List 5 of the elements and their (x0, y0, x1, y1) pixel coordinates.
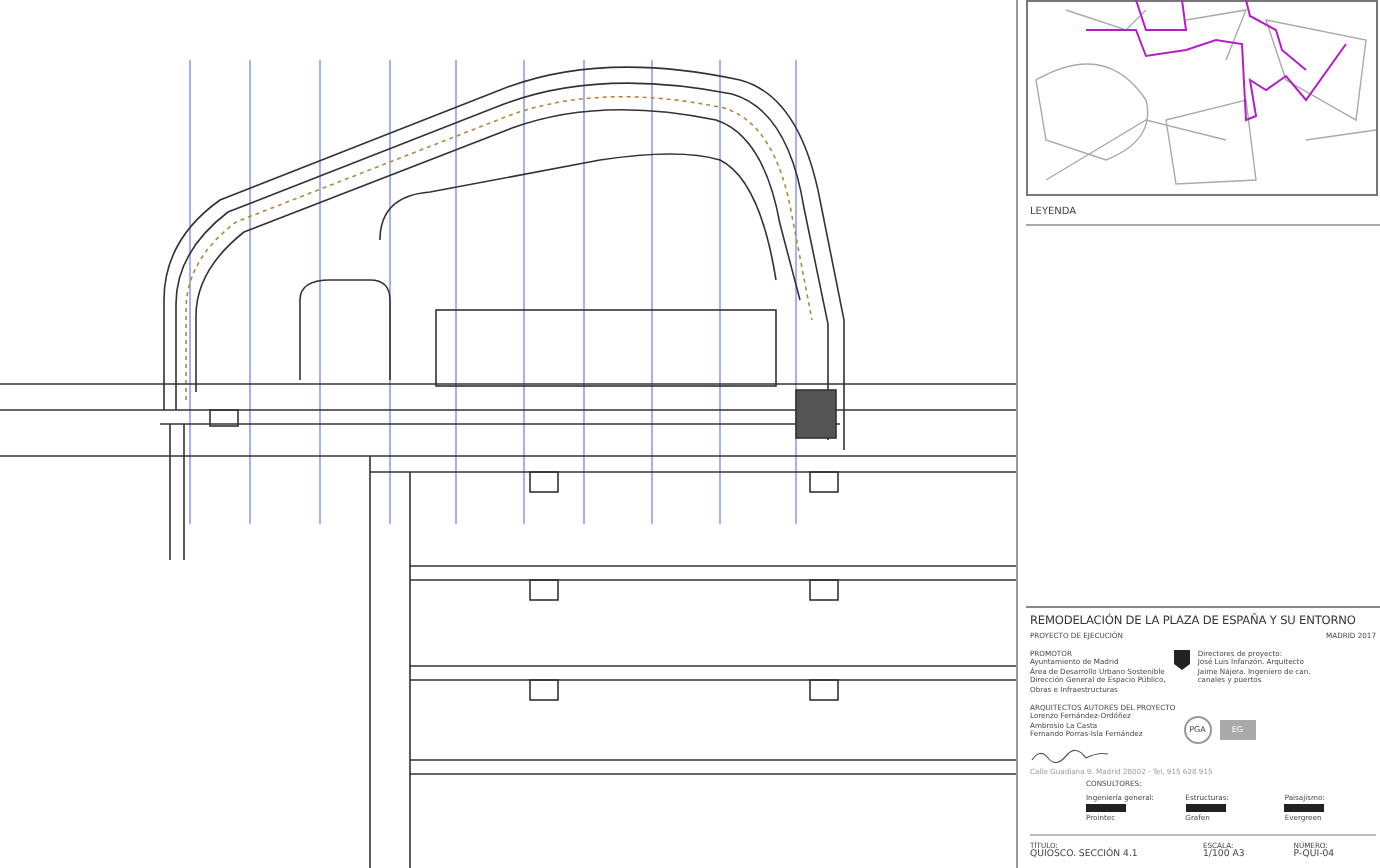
crest-icon (1173, 649, 1190, 670)
consultant-logo (1185, 804, 1226, 813)
signature-icon (1030, 747, 1110, 764)
consultant-logo (1086, 804, 1126, 813)
consultant-logo (1284, 804, 1325, 813)
